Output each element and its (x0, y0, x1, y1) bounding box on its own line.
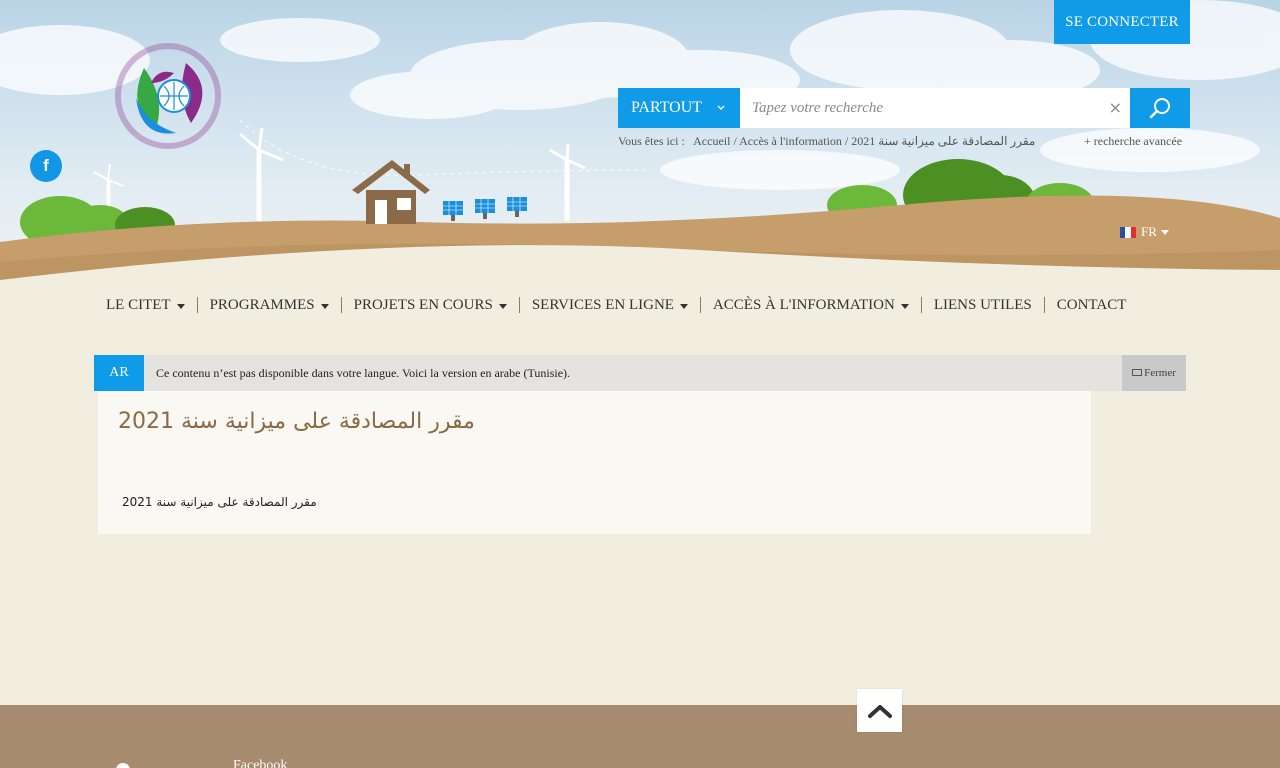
breadcrumb-separator: / (844, 134, 849, 148)
nav-item-liens-utiles[interactable]: LIENS UTILES (920, 297, 1044, 313)
body-text: مقرر المصادقة على ميزانية سنة 2021 (122, 495, 317, 509)
facebook-letter: f (43, 156, 49, 175)
clear-icon[interactable]: × (1109, 99, 1122, 117)
caret-down-icon (900, 303, 909, 309)
language-notice: AR Ce contenu n’est pas disponible dans … (94, 355, 1186, 391)
search-field: × (740, 88, 1130, 128)
facebook-icon[interactable]: f (30, 150, 62, 182)
nav-item-acces-information[interactable]: ACCÈS À L'INFORMATION (699, 297, 921, 313)
footer-facebook-link[interactable]: Facebook (233, 758, 287, 768)
notice-close-button[interactable]: Fermer (1122, 355, 1186, 391)
nav-item-contact[interactable]: CONTACT (1043, 297, 1139, 313)
notice-close-label: Fermer (1144, 367, 1176, 379)
flag-stripe-red (1130, 226, 1136, 238)
chevron-down-icon (717, 105, 725, 110)
breadcrumb-separator: / (733, 134, 737, 148)
breadcrumb: Vous êtes ici : Accueil / Accès à l'info… (618, 134, 1035, 149)
main-nav: LE CITET PROGRAMMES PROJETS EN COURS SER… (94, 292, 1138, 318)
chevron-up-icon (867, 704, 892, 718)
search-input[interactable] (740, 88, 1130, 128)
search-icon (1149, 98, 1170, 119)
language-selector[interactable]: FR (1120, 224, 1169, 240)
notice-text: Ce contenu n’est pas disponible dans vot… (156, 365, 571, 380)
nav-item-le-citet[interactable]: LE CITET (94, 297, 197, 313)
caret-down-icon (1160, 229, 1169, 235)
login-button[interactable]: SE CONNECTER (1054, 0, 1190, 44)
page-title: مقرر المصادقة على ميزانية سنة 2021 (118, 409, 475, 434)
notice-language-button[interactable]: AR (94, 355, 144, 391)
search-scope-label: PARTOUT (631, 99, 703, 116)
nav-item-services[interactable]: SERVICES EN LIGNE (518, 297, 700, 313)
main-content: مقرر المصادقة على ميزانية سنة 2021 مقرر … (98, 391, 1091, 534)
site-header: SE CONNECTER PARTOUT × Vous êtes ici : A… (0, 0, 1280, 280)
nav-item-label: ACCÈS À L'INFORMATION (712, 297, 895, 313)
nav-item-label: LIENS UTILES (933, 297, 1032, 313)
nav-item-label: PROJETS EN COURS (353, 297, 493, 313)
nav-item-label: SERVICES EN LIGNE (531, 297, 674, 313)
breadcrumb-prefix: Vous êtes ici : (618, 134, 685, 148)
advanced-search-link[interactable]: + recherche avancée (1084, 134, 1182, 149)
breadcrumb-item-current: مقرر المصادقة على ميزانية سنة 2021 (851, 134, 1036, 148)
caret-down-icon (679, 303, 688, 309)
search-scope-dropdown[interactable]: PARTOUT (618, 88, 740, 128)
language-label: FR (1141, 224, 1157, 239)
nav-item-label: LE CITET (106, 297, 171, 313)
envelope-icon (1132, 368, 1143, 376)
caret-down-icon (176, 303, 185, 309)
nav-item-projets[interactable]: PROJETS EN COURS (340, 297, 519, 313)
french-flag-icon (1120, 226, 1136, 238)
search-button[interactable] (1130, 88, 1190, 128)
site-footer (0, 705, 1280, 768)
caret-down-icon (320, 303, 329, 309)
breadcrumb-item-home[interactable]: Accueil (693, 134, 730, 148)
search-bar: PARTOUT × (618, 88, 1190, 128)
nav-item-label: CONTACT (1056, 297, 1127, 313)
nav-item-programmes[interactable]: PROGRAMMES (196, 297, 341, 313)
nav-item-label: PROGRAMMES (209, 297, 315, 313)
caret-down-icon (498, 303, 507, 309)
citet-logo-icon[interactable] (96, 28, 244, 168)
back-to-top-button[interactable] (857, 689, 902, 732)
breadcrumb-item-access-info[interactable]: Accès à l'information (739, 134, 842, 148)
